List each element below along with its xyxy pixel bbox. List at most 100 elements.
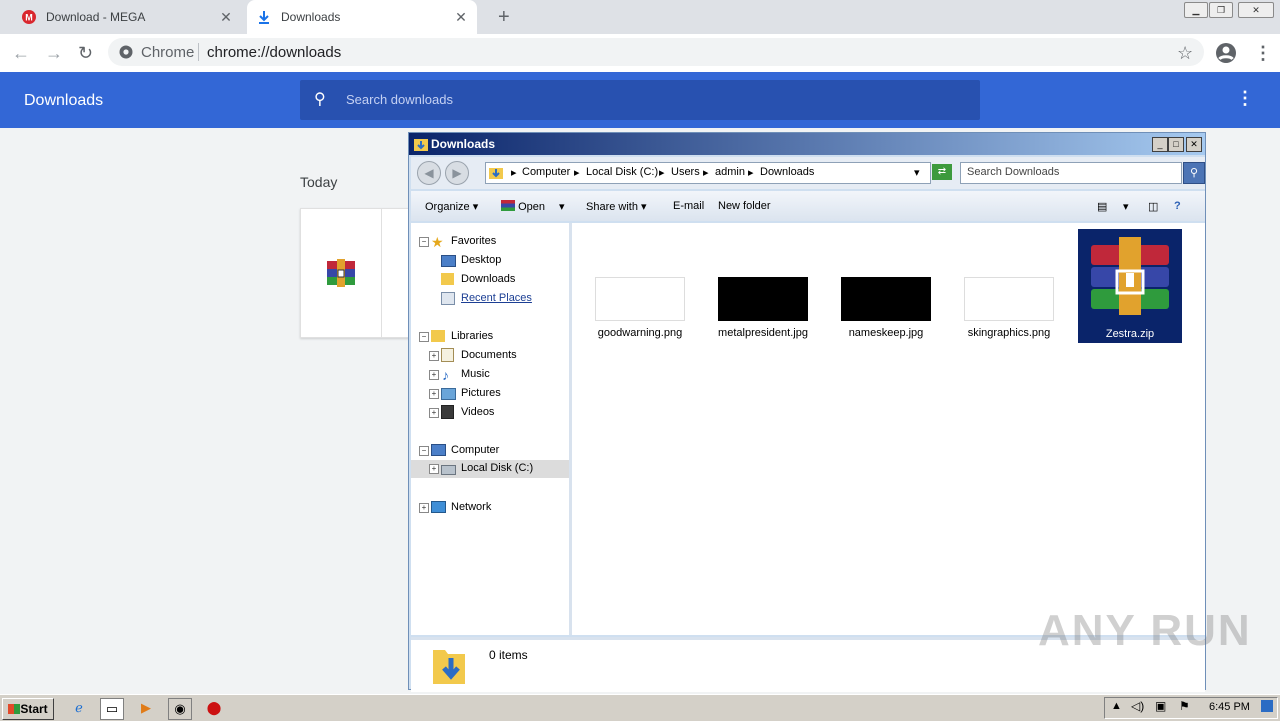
expand-icon[interactable]: + [429, 389, 439, 399]
breadcrumb-separator-icon[interactable]: ▸ [748, 166, 754, 179]
windows-logo-icon [8, 704, 21, 714]
nav-local-disk[interactable]: + Local Disk (C:) [411, 460, 569, 478]
network-status-icon[interactable]: ▣ [1155, 699, 1166, 713]
tab-strip: M Download - MEGA ✕ Downloads ✕ + ▁ ❐ ✕ [0, 0, 1280, 34]
clock[interactable]: 6:45 PM [1209, 701, 1250, 713]
breadcrumb-separator-icon[interactable]: ▸ [703, 166, 709, 179]
file-explorer-icon[interactable]: ▭ [100, 698, 124, 720]
expand-icon[interactable]: + [429, 351, 439, 361]
volume-icon[interactable]: ◁) [1131, 699, 1144, 713]
downloads-header: Downloads ⚲ Search downloads ⋮ [0, 72, 1280, 128]
preview-pane-icon[interactable]: ◫ [1148, 200, 1158, 213]
restore-window-button[interactable]: ❐ [1209, 2, 1233, 18]
back-icon[interactable]: ← [12, 43, 30, 64]
close-button[interactable]: ✕ [1186, 137, 1202, 152]
close-tab-icon[interactable]: ✕ [216, 9, 236, 26]
expand-icon[interactable]: + [429, 370, 439, 380]
forward-icon[interactable]: → [45, 43, 63, 64]
breadcrumb[interactable]: ▸ Computer ▸ Local Disk (C:) ▸ Users ▸ a… [485, 162, 931, 184]
breadcrumb-users[interactable]: Users [671, 166, 700, 178]
close-tab-icon[interactable]: ✕ [451, 9, 471, 26]
expand-icon[interactable]: + [419, 503, 429, 513]
share-with-label: Share with [586, 201, 638, 213]
collapse-icon[interactable]: − [419, 237, 429, 247]
downloads-search-input[interactable]: Search downloads [346, 92, 453, 107]
chrome-taskbar-icon[interactable]: ◉ [168, 698, 192, 720]
nav-label: Recent Places [461, 292, 532, 304]
minimize-button[interactable]: _ [1152, 137, 1168, 152]
file-item-selected[interactable]: Zestra.zip [1078, 229, 1182, 343]
winrar-icon [1091, 237, 1169, 315]
pictures-icon [441, 388, 456, 400]
explorer-search-box[interactable]: Search Downloads [960, 162, 1182, 184]
show-desktop-icon[interactable] [1261, 700, 1273, 712]
internet-explorer-icon[interactable]: ℯ [68, 698, 90, 718]
folder-download-icon [489, 168, 503, 179]
bookmark-star-icon[interactable]: ☆ [1177, 43, 1193, 64]
change-view-icon[interactable]: ▤ [1097, 200, 1107, 213]
organize-label: Organize [425, 201, 470, 213]
action-center-flag-icon[interactable]: ⚑ [1179, 699, 1190, 713]
start-label: Start [20, 702, 48, 716]
breadcrumb-separator-icon[interactable]: ▸ [574, 166, 580, 179]
email-button[interactable]: E-mail [673, 200, 704, 212]
address-bar[interactable]: Chrome chrome://downloads [108, 38, 1204, 66]
downloads-search-box[interactable]: ⚲ Search downloads [300, 80, 980, 120]
folder-download-icon [433, 650, 465, 684]
file-item[interactable]: skingraphics.png [957, 277, 1061, 347]
desktop-icon [441, 255, 456, 267]
new-folder-button[interactable]: New folder [718, 200, 771, 212]
help-icon[interactable]: ? [1174, 200, 1181, 212]
breadcrumb-computer[interactable]: Computer [522, 166, 570, 178]
file-item[interactable]: metalpresident.jpg [711, 277, 815, 347]
chrome-menu-icon[interactable]: ⋮ [1254, 43, 1272, 64]
expand-icon[interactable]: + [429, 408, 439, 418]
start-button[interactable]: Start [2, 698, 54, 720]
url-text[interactable]: chrome://downloads [207, 44, 341, 61]
back-button[interactable]: ◀ [417, 161, 441, 185]
media-player-icon[interactable]: ▶ [135, 698, 157, 718]
tab-mega[interactable]: M Download - MEGA ✕ [12, 0, 242, 34]
nav-label: Computer [451, 444, 500, 456]
breadcrumb-local-disk[interactable]: Local Disk (C:) [586, 166, 658, 178]
minimize-window-button[interactable]: ▁ [1184, 2, 1208, 18]
profile-avatar-icon[interactable] [1215, 42, 1237, 64]
expand-icon[interactable]: + [429, 464, 439, 474]
collapse-icon[interactable]: − [419, 446, 429, 456]
breadcrumb-admin[interactable]: admin [715, 166, 745, 178]
maximize-button[interactable]: □ [1168, 137, 1184, 152]
show-hidden-icons-icon[interactable]: ▲ [1111, 700, 1122, 712]
libraries-icon [431, 330, 445, 342]
chevron-down-icon[interactable]: ▾ [914, 166, 920, 179]
open-dropdown-icon[interactable]: ▾ [559, 200, 565, 213]
opera-icon[interactable]: ⬤ [203, 698, 225, 718]
forward-button[interactable]: ▶ [445, 161, 469, 185]
breadcrumb-downloads[interactable]: Downloads [760, 166, 814, 178]
file-item[interactable]: nameskeep.jpg [834, 277, 938, 347]
organize-button[interactable]: Organize ▾ [425, 200, 478, 213]
share-with-button[interactable]: Share with ▾ [586, 200, 647, 213]
file-name: goodwarning.png [597, 327, 683, 339]
winrar-small-icon [501, 200, 515, 211]
tab-downloads[interactable]: Downloads ✕ [247, 0, 477, 34]
mega-icon: M [22, 10, 36, 24]
new-tab-button[interactable]: + [498, 6, 510, 29]
collapse-icon[interactable]: − [419, 332, 429, 342]
more-actions-icon[interactable]: ⋮ [1236, 88, 1254, 109]
refresh-icon[interactable]: ⇄ [932, 164, 952, 180]
search-icon[interactable]: ⚲ [1183, 162, 1205, 184]
image-thumbnail [841, 277, 931, 321]
view-options-icon[interactable]: ▾ [1123, 200, 1129, 213]
open-button[interactable]: Open [501, 200, 545, 213]
file-item[interactable]: goodwarning.png [588, 277, 692, 347]
winrar-icon [327, 259, 355, 287]
close-window-button[interactable]: ✕ [1238, 2, 1274, 18]
breadcrumb-separator-icon[interactable]: ▸ [659, 166, 665, 179]
nav-label: Downloads [461, 273, 516, 285]
nav-label: Videos [461, 406, 495, 418]
file-name: metalpresident.jpg [718, 327, 808, 339]
reload-icon[interactable]: ↻ [78, 43, 93, 64]
explorer-title-bar[interactable]: Downloads _ □ ✕ [409, 133, 1205, 155]
breadcrumb-separator-icon[interactable]: ▸ [511, 166, 517, 179]
explorer-search-input[interactable]: Search Downloads [967, 166, 1059, 178]
